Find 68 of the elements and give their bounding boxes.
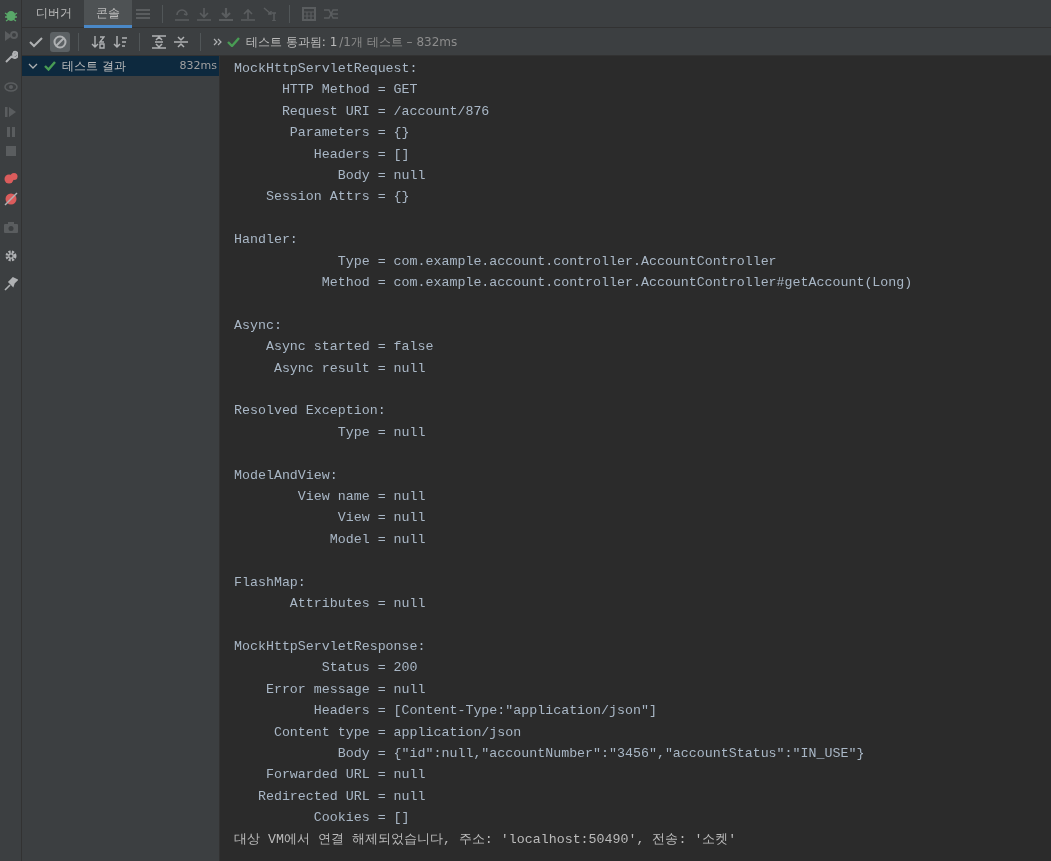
console-line: Async result = null [272, 359, 427, 378]
rerun-icon[interactable] [3, 30, 18, 42]
console-line: Headers = [Content-Type:"application/json"] [312, 702, 658, 721]
console-line: Status = 200 [320, 659, 419, 678]
menu-icon[interactable] [136, 7, 150, 20]
resume-icon[interactable] [4, 106, 17, 118]
console-line: View name = null [296, 488, 427, 507]
check-icon [29, 35, 43, 48]
console-line: Handler: [234, 231, 299, 250]
calculator-icon[interactable] [302, 6, 316, 21]
breakpoints-icon[interactable] [3, 172, 18, 184]
pause-icon[interactable] [5, 126, 16, 138]
check-icon [44, 61, 56, 71]
chevron-down-icon[interactable] [28, 62, 38, 70]
cancel-icon [53, 34, 67, 49]
console-line: Model = null [328, 530, 427, 549]
force-step-into-icon[interactable] [219, 6, 233, 21]
console-line: Headers = [] [312, 145, 411, 164]
bug-icon[interactable] [3, 8, 18, 22]
eye-icon[interactable] [3, 82, 18, 92]
console-line: Resolved Exception: [234, 402, 387, 421]
step-over-icon[interactable] [175, 6, 189, 21]
console-line: Async: [234, 316, 283, 335]
console-line: Cookies = [] [312, 809, 411, 828]
console-line: Session Attrs = {} [264, 188, 411, 207]
console-line: Error message = null [264, 680, 427, 699]
settings-icon[interactable] [3, 249, 18, 263]
console-line: ModelAndView: [234, 466, 339, 485]
step-into-icon[interactable] [197, 6, 211, 21]
console-line: MockHttpServletRequest: [234, 60, 419, 78]
console-line: Body = null [336, 167, 427, 186]
test-status: 테스트 통과됨: 1 [246, 33, 338, 51]
console-line: Body = {"id":null,"accountNumber":"3456","accountStatus":"IN_USE"} [336, 744, 866, 763]
ignored-filter-button[interactable] [50, 31, 70, 52]
step-out-icon[interactable] [241, 6, 255, 21]
more-icon[interactable] [213, 37, 223, 46]
sort-duration-icon[interactable] [113, 34, 127, 49]
wrench-icon[interactable] [3, 50, 18, 64]
console-line: Content type = application/json [272, 723, 523, 742]
console-line: Method = com.example.account.controller.AccountController#getAccount(Long) [320, 274, 914, 293]
run-to-cursor-icon[interactable] [263, 6, 277, 21]
console-line: Forwarded URL = null [264, 766, 427, 785]
trace-icon[interactable] [324, 7, 338, 20]
console-line: Parameters = {} [288, 124, 411, 143]
tab[interactable]: 디버거 [24, 0, 84, 28]
console-line: Request URI = /account/876 [280, 102, 491, 121]
console-message: 대상 VM에서 연결 해제되었습니다, 주소: 'localhost:50490', 전송: '소켓' [234, 830, 738, 849]
expand-all-icon[interactable] [152, 34, 166, 49]
console-line: Type = null [336, 423, 427, 442]
tab[interactable]: 콘솔 [84, 0, 132, 28]
duration-label: 832ms [179, 57, 217, 74]
camera-icon[interactable] [3, 222, 18, 233]
console-line: MockHttpServletResponse: [234, 637, 427, 656]
console-line: View = null [336, 509, 427, 528]
console-line: HTTP Method = GET [280, 81, 419, 100]
console-line: Redirected URL = null [256, 787, 427, 806]
console-line: Attributes = null [288, 595, 427, 614]
console-line: Async started = false [264, 338, 435, 357]
stop-icon[interactable] [5, 146, 16, 156]
collapse-all-icon[interactable] [174, 34, 188, 49]
console-line: FlashMap: [234, 573, 307, 592]
sort-alpha-icon[interactable] [91, 34, 105, 49]
pin-icon[interactable] [3, 277, 18, 291]
test-count: /1개 테스트 – 832ms [339, 33, 458, 51]
mute-breakpoints-icon[interactable] [3, 192, 18, 206]
console-line: Type = com.example.account.controller.AccountController [336, 252, 778, 271]
tree-row[interactable]: 테스트 결과 832ms [22, 56, 219, 76]
tree-label: 테스트 결과 [62, 58, 127, 75]
